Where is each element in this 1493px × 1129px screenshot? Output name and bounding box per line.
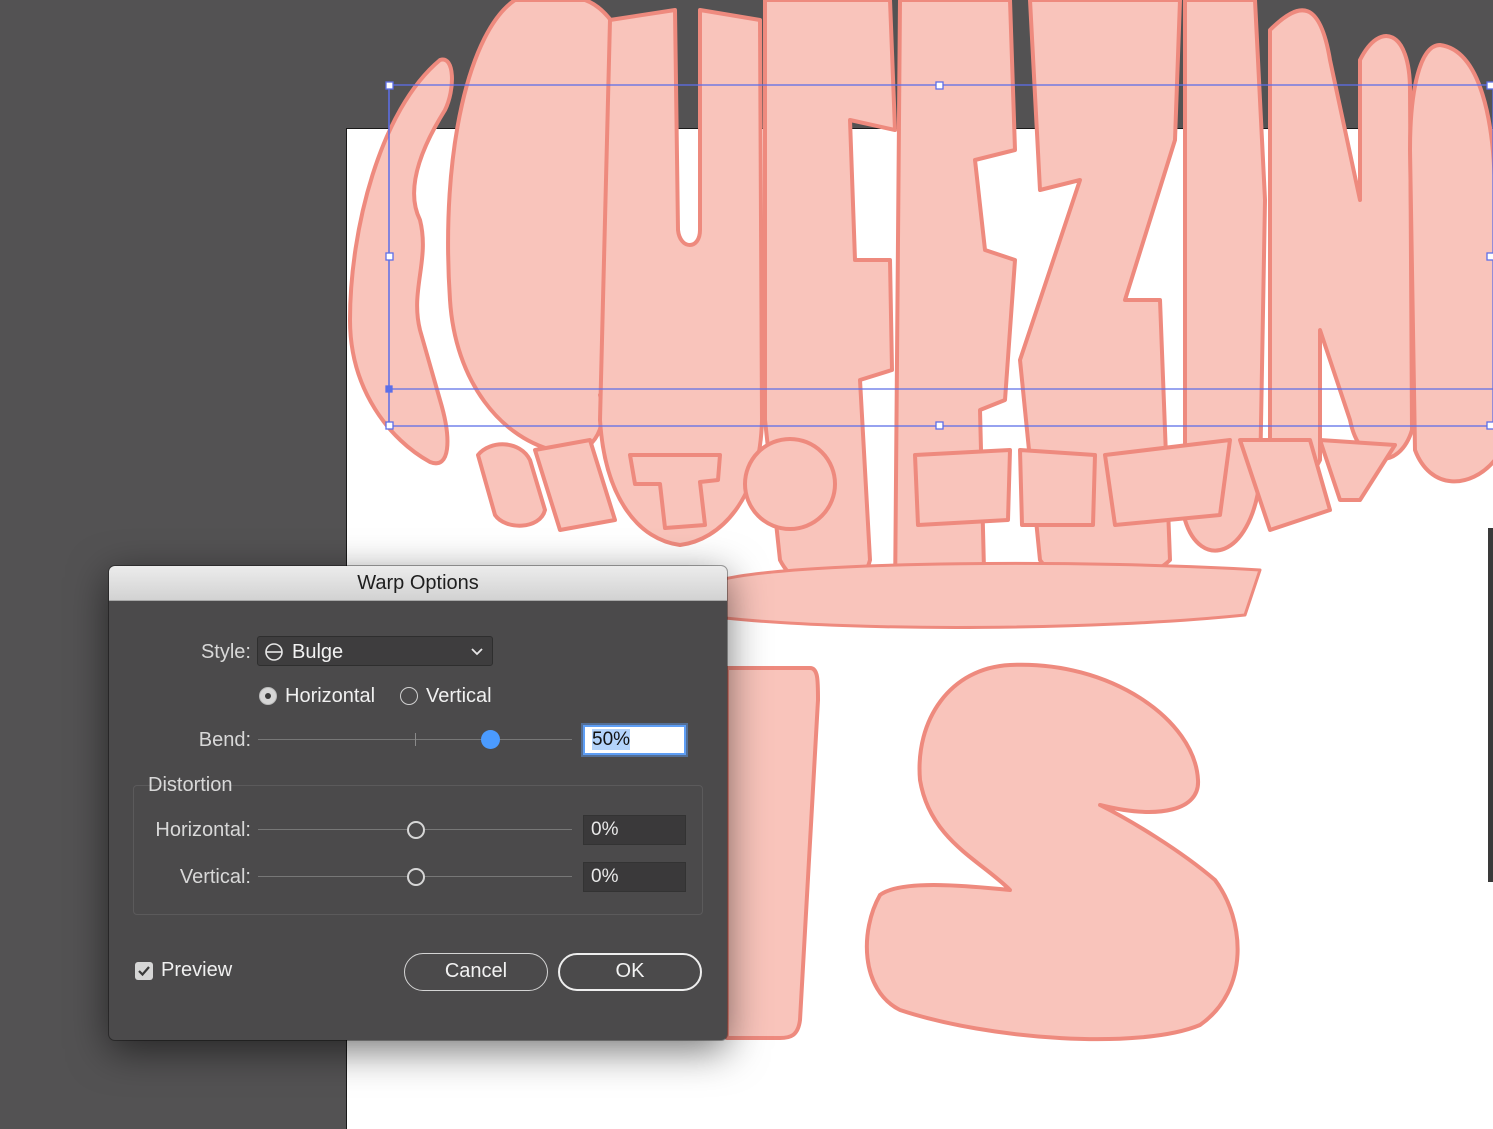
bend-value: 50%	[592, 729, 631, 750]
distortion-heading: Distortion	[148, 774, 233, 796]
large-letters[interactable]	[725, 662, 1240, 1042]
style-dropdown[interactable]: Bulge	[257, 636, 493, 666]
horizontal-radio-label[interactable]: Horizontal	[285, 685, 375, 708]
vertical-radio[interactable]	[400, 687, 418, 705]
distortion-vertical-field[interactable]: 0%	[583, 862, 686, 892]
vertical-radio-label[interactable]: Vertical	[426, 685, 492, 708]
horizontal-radio[interactable]	[259, 687, 277, 705]
bend-slider-center-tick	[415, 733, 416, 746]
bulge-icon	[265, 643, 283, 661]
dialog-title[interactable]: Warp Options	[109, 566, 727, 601]
cancel-button[interactable]: Cancel	[404, 953, 548, 991]
warp-options-dialog: Warp Options Style: Bulge Horizontal Ver…	[109, 566, 727, 1040]
distortion-vertical-label: Vertical:	[179, 866, 251, 888]
distortion-horizontal-label: Horizontal:	[155, 819, 251, 841]
style-label: Style:	[200, 641, 251, 663]
distortion-horizontal-field[interactable]: 0%	[583, 815, 686, 845]
style-value: Bulge	[292, 641, 344, 663]
preview-checkbox[interactable]	[135, 962, 153, 980]
preview-label[interactable]: Preview	[161, 959, 232, 982]
warped-headline[interactable]	[348, 0, 1493, 626]
bend-label: Bend:	[198, 729, 251, 751]
distortion-vertical-knob[interactable]	[407, 868, 425, 886]
bend-value-field[interactable]: 50%	[583, 725, 686, 755]
checkmark-icon	[138, 966, 150, 977]
warped-tagline[interactable]	[718, 561, 1262, 629]
distortion-group	[133, 785, 703, 915]
chevron-down-icon	[471, 648, 483, 656]
bend-slider-knob[interactable]	[481, 730, 500, 749]
ok-button[interactable]: OK	[558, 953, 702, 991]
panel-edge	[1488, 528, 1493, 882]
distortion-horizontal-knob[interactable]	[407, 821, 425, 839]
